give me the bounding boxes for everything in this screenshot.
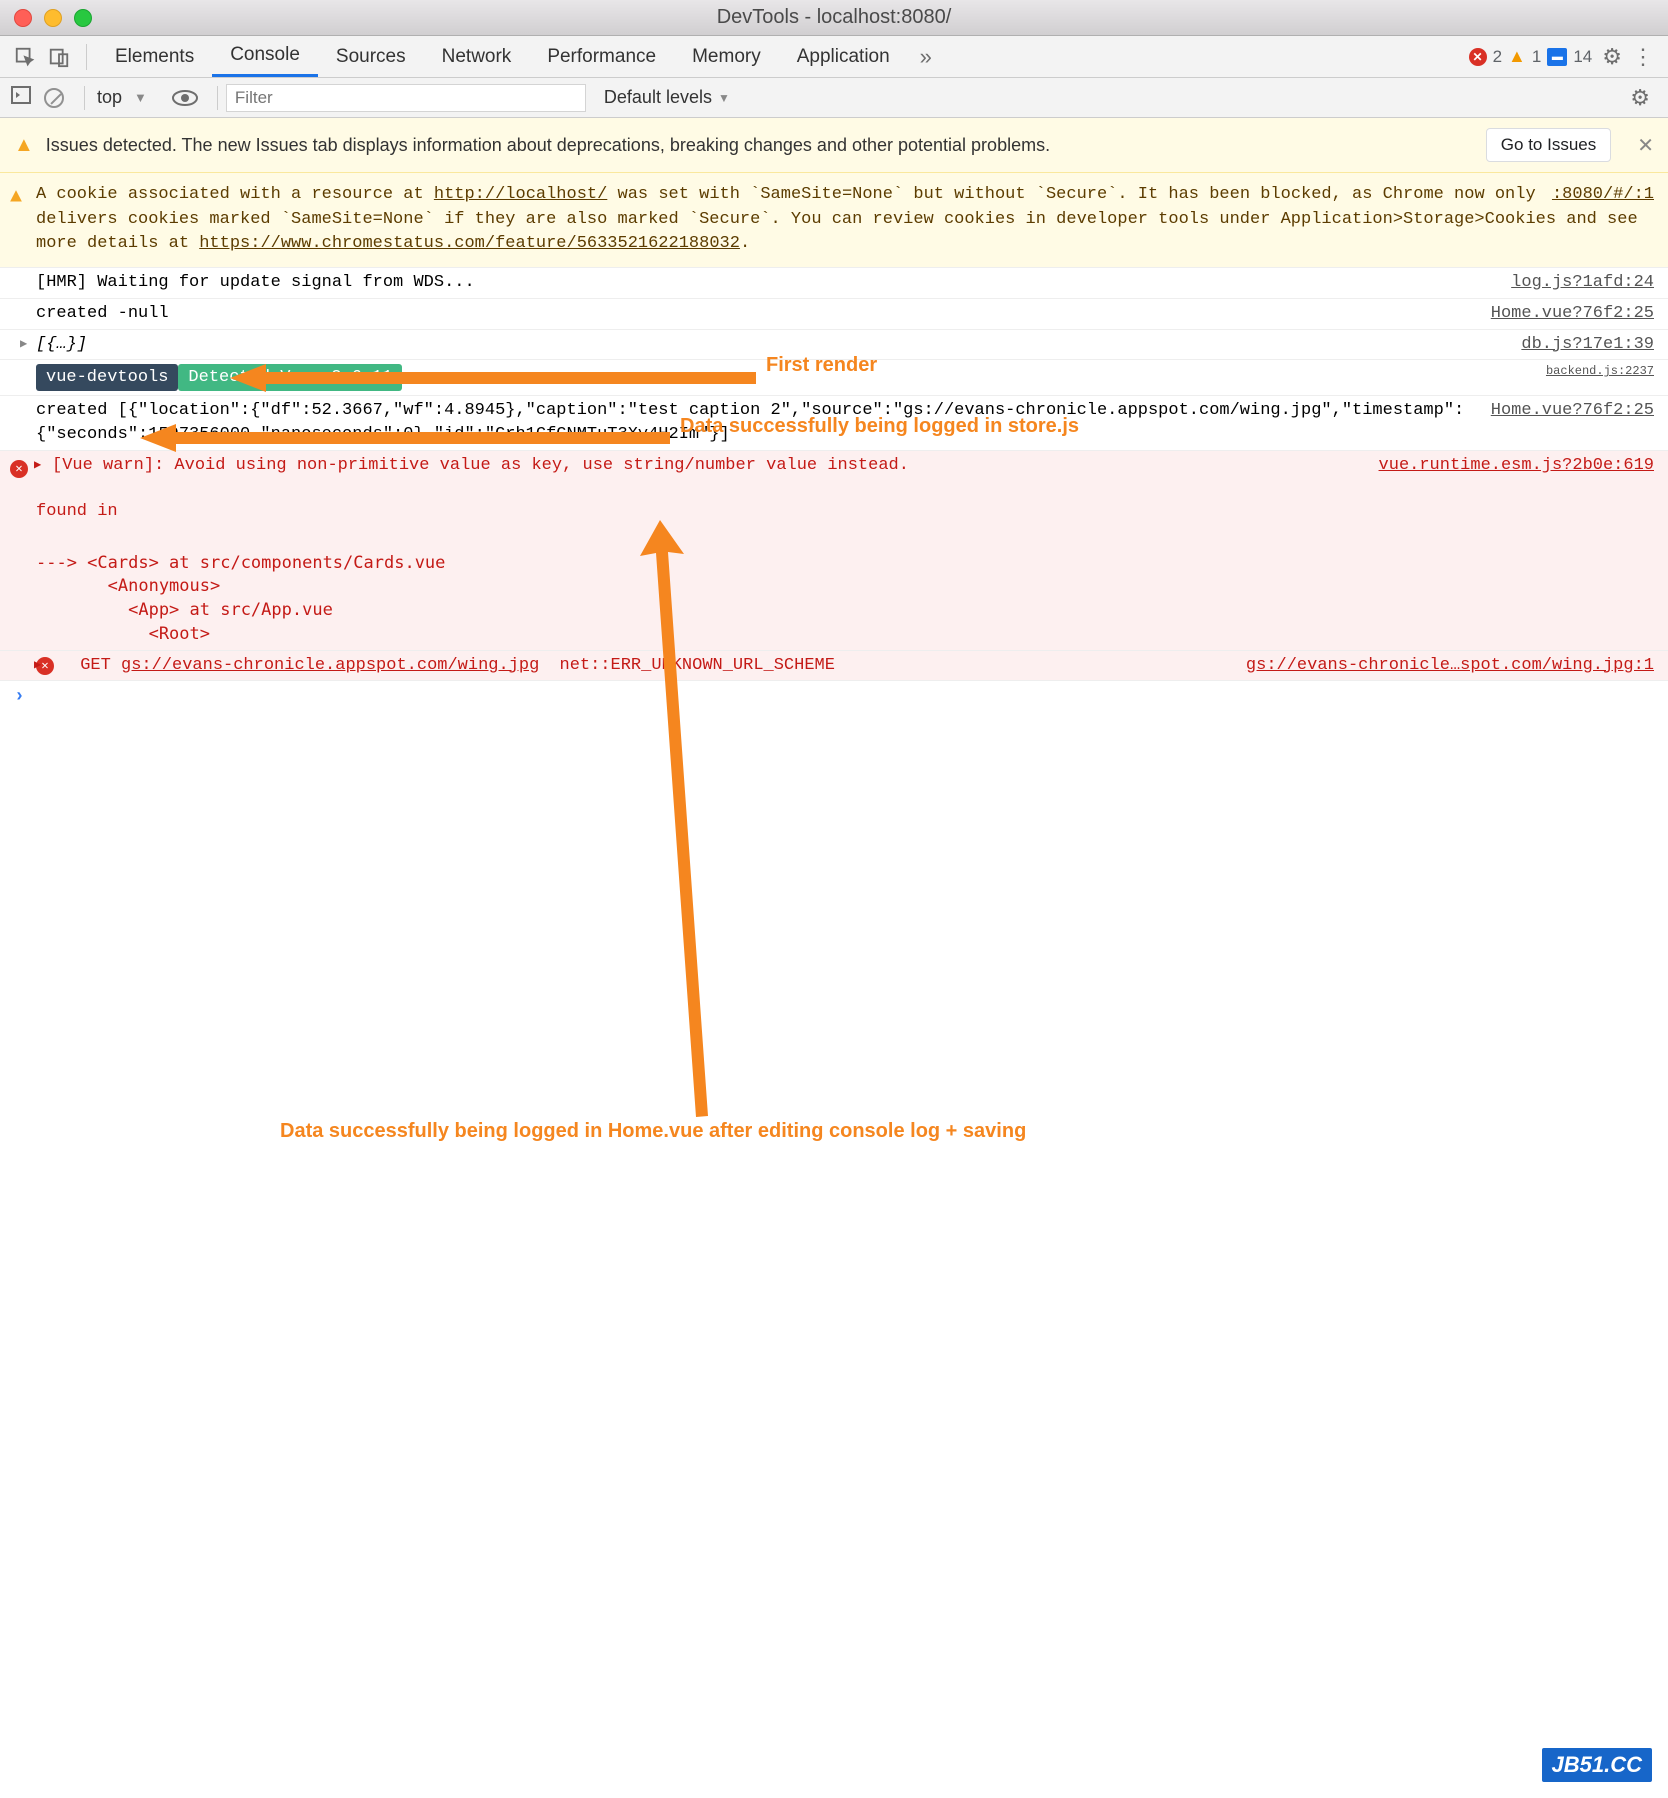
chevron-down-icon: ▼ xyxy=(134,90,147,105)
tab-sources[interactable]: Sources xyxy=(318,36,424,77)
annotation-home: Data successfully being logged in Home.v… xyxy=(280,1120,1026,1143)
warning-count-icon: ▲ xyxy=(1508,46,1526,67)
inspect-element-icon[interactable] xyxy=(12,44,38,70)
log-row-hmr: log.js?1afd:24 [HMR] Waiting for update … xyxy=(0,268,1668,299)
clear-console-icon[interactable] xyxy=(44,88,64,108)
vue-devtools-badge: vue-devtools xyxy=(36,364,178,391)
disclosure-triangle-icon[interactable]: ▶ xyxy=(20,336,27,353)
live-expression-eye-icon[interactable] xyxy=(171,88,199,108)
tabs-overflow-icon[interactable]: » xyxy=(908,44,944,70)
settings-gear-icon[interactable]: ⚙ xyxy=(1602,44,1622,70)
log-levels-label: Default levels xyxy=(604,87,712,108)
warning-triangle-icon: ▲ xyxy=(10,183,22,212)
console-sidebar-toggle-icon[interactable] xyxy=(8,86,34,109)
cookie-warning-row: ▲ :8080/#/:1 A cookie associated with a … xyxy=(0,173,1668,268)
request-url[interactable]: gs://evans-chronicle.appspot.com/wing.jp… xyxy=(121,656,539,675)
source-link[interactable]: vue.runtime.esm.js?2b0e:619 xyxy=(1379,454,1654,478)
divider xyxy=(84,86,85,110)
annotation-store: Data successfully being logged in store.… xyxy=(680,415,1079,438)
error-icon: ✕ xyxy=(10,457,28,481)
log-row-created-null: Home.vue?76f2:25 created -null xyxy=(0,299,1668,330)
device-toolbar-icon[interactable] xyxy=(46,44,72,70)
component-trace: ---> <Cards> at src/components/Cards.vue… xyxy=(36,552,1654,647)
console-settings-gear-icon[interactable]: ⚙ xyxy=(1630,85,1650,111)
source-link[interactable]: log.js?1afd:24 xyxy=(1511,271,1654,295)
error-count-icon: ✕ xyxy=(1469,48,1487,66)
http-method: GET xyxy=(64,656,111,675)
log-text: created -null xyxy=(36,304,169,323)
source-link[interactable]: :8080/#/:1 xyxy=(1552,183,1654,208)
disclosure-triangle-icon[interactable]: ▶ xyxy=(34,457,41,474)
window-title: DevTools - localhost:8080/ xyxy=(0,6,1668,29)
watermark-badge: JB51.CC xyxy=(1542,1748,1652,1782)
info-count-icon: ▬ xyxy=(1547,48,1567,66)
tab-network[interactable]: Network xyxy=(424,36,530,77)
log-row-vue-warn: ✕ ▶ vue.runtime.esm.js?2b0e:619 [Vue war… xyxy=(0,451,1668,651)
source-link[interactable]: Home.vue?76f2:25 xyxy=(1491,399,1654,423)
go-to-issues-button[interactable]: Go to Issues xyxy=(1486,128,1611,162)
disclosure-triangle-icon[interactable]: ▶ xyxy=(34,657,41,674)
tab-memory[interactable]: Memory xyxy=(674,36,779,77)
warning-triangle-icon: ▲ xyxy=(14,134,34,157)
window-titlebar: DevTools - localhost:8080/ xyxy=(0,0,1668,36)
cookie-text-suffix: . xyxy=(740,234,750,253)
console-toolbar: top ▼ Default levels ▼ ⚙ xyxy=(0,78,1668,118)
tab-application[interactable]: Application xyxy=(779,36,908,77)
chevron-down-icon: ▼ xyxy=(718,91,730,105)
more-menu-icon[interactable]: ⋮ xyxy=(1632,44,1654,70)
log-text: [Vue warn]: Avoid using non-primitive va… xyxy=(36,456,909,475)
issues-banner: ▲ Issues detected. The new Issues tab di… xyxy=(0,118,1668,173)
close-banner-icon[interactable]: ✕ xyxy=(1637,133,1654,158)
info-count: 14 xyxy=(1573,47,1592,67)
cookie-text-prefix: A cookie associated with a resource at xyxy=(36,185,434,204)
source-link[interactable]: backend.js:2237 xyxy=(1546,364,1654,378)
divider xyxy=(217,86,218,110)
source-link[interactable]: db.js?17e1:39 xyxy=(1521,333,1654,357)
log-text: [HMR] Waiting for update signal from WDS… xyxy=(36,273,475,292)
issues-text: Issues detected. The new Issues tab disp… xyxy=(46,135,1050,156)
error-count: 2 xyxy=(1493,47,1502,67)
source-link[interactable]: Home.vue?76f2:25 xyxy=(1491,302,1654,326)
warning-count: 1 xyxy=(1532,47,1541,67)
execution-context-select[interactable]: top xyxy=(93,85,162,110)
devtools-tabbar: Elements Console Sources Network Perform… xyxy=(0,36,1668,78)
log-text[interactable]: [{…}] xyxy=(36,335,87,354)
annotation-arrow xyxy=(590,520,730,1120)
tab-performance[interactable]: Performance xyxy=(529,36,674,77)
log-row-net-error: ✕ ▶ gs://evans-chronicle…spot.com/wing.j… xyxy=(0,651,1668,682)
found-in-label: found in xyxy=(36,500,1654,524)
log-levels-select[interactable]: Default levels ▼ xyxy=(604,87,730,108)
chromestatus-link[interactable]: https://www.chromestatus.com/feature/563… xyxy=(199,234,740,253)
source-link[interactable]: gs://evans-chronicle…spot.com/wing.jpg:1 xyxy=(1246,654,1654,678)
annotation-arrow xyxy=(230,358,760,398)
cookie-url-link[interactable]: http://localhost/ xyxy=(434,185,607,204)
tab-elements[interactable]: Elements xyxy=(97,36,212,77)
annotation-arrow xyxy=(140,418,674,458)
filter-input[interactable] xyxy=(226,84,586,112)
divider xyxy=(86,44,87,70)
annotation-first-render: First render xyxy=(766,354,877,377)
console-prompt[interactable]: › xyxy=(0,681,1668,713)
status-counts[interactable]: ✕ 2 ▲ 1 ▬ 14 xyxy=(1469,46,1593,67)
tab-console[interactable]: Console xyxy=(212,36,318,77)
